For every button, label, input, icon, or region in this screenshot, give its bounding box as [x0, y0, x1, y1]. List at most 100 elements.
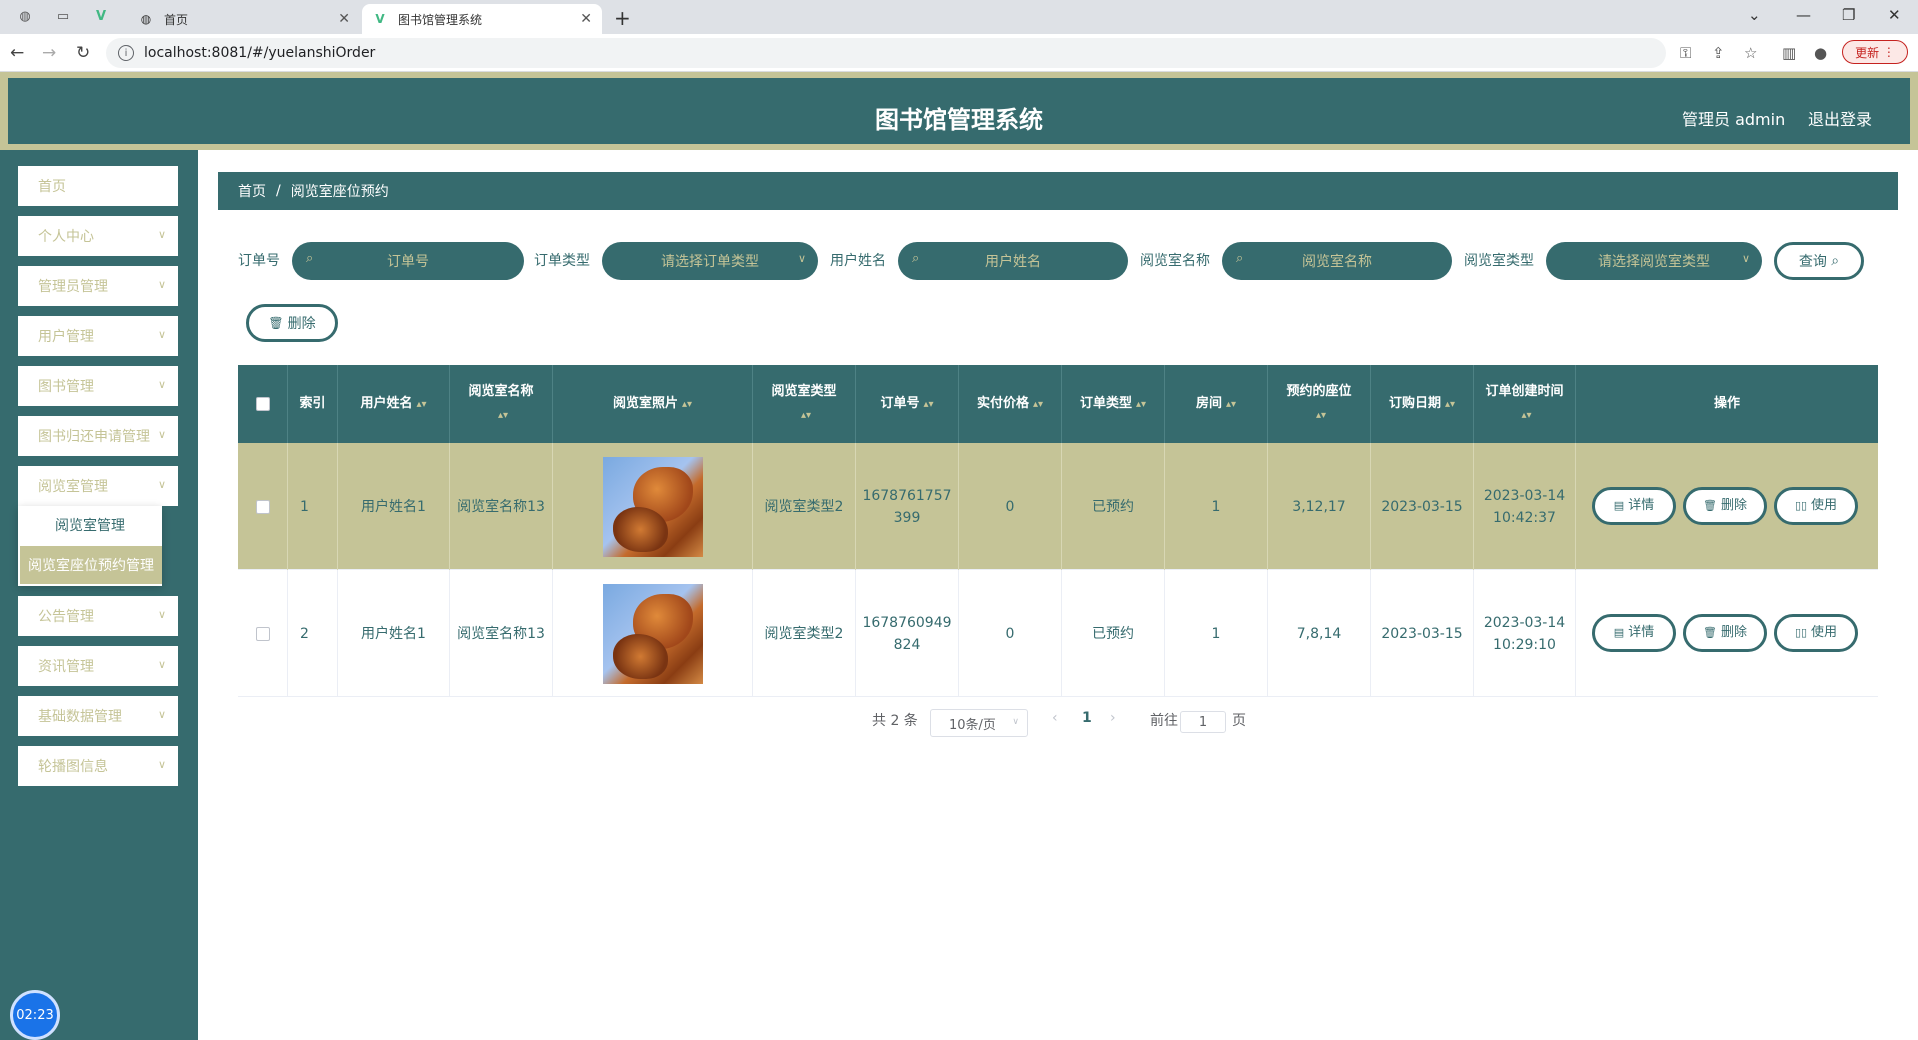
chevron-down-icon[interactable]: ⌄ [1748, 6, 1761, 24]
header-room-photo[interactable]: 阅览室照片 ▴▾ [553, 365, 753, 443]
room-photo-cell [553, 570, 753, 697]
blank-tab-icon[interactable]: ▭ [54, 7, 72, 25]
use-button[interactable]: ▯▯ 使用 [1774, 614, 1858, 652]
sidebar-item-base-data[interactable]: 基础数据管理 ∨ [18, 696, 178, 736]
header-room-name[interactable]: 阅览室名称 ▴▾ [450, 365, 553, 443]
back-icon[interactable]: ← [10, 43, 24, 63]
detail-button[interactable]: ▤ 详情 [1592, 614, 1676, 652]
query-button[interactable]: 查询 ⌕ [1774, 242, 1864, 280]
book-icon: ▯▯ [1794, 626, 1808, 639]
goto-page-input[interactable]: 1 [1180, 711, 1226, 733]
row-checkbox[interactable] [255, 626, 270, 641]
bulk-delete-button[interactable]: 🗑 删除 [246, 304, 338, 342]
sidebar-item-profile[interactable]: 个人中心 ∨ [18, 216, 178, 256]
sort-icon[interactable]: ▴▾ [801, 404, 811, 428]
row-checkbox[interactable] [255, 499, 270, 514]
app-title: 图书馆管理系统 [875, 106, 1043, 134]
sort-icon[interactable]: ▴▾ [923, 399, 933, 410]
select-all-checkbox[interactable] [255, 397, 270, 411]
header-order-type[interactable]: 订单类型 ▴▾ [1062, 365, 1165, 443]
room-type-select[interactable]: 请选择阅览室类型 ∨ [1546, 242, 1762, 280]
sort-icon[interactable]: ▴▾ [1136, 399, 1146, 410]
vue-icon[interactable]: V [92, 7, 110, 25]
header-seats[interactable]: 预约的座位 ▴▾ [1268, 365, 1371, 443]
next-page-icon[interactable]: › [1110, 710, 1116, 726]
room-photo[interactable] [602, 456, 703, 557]
search-icon: ⌕ [912, 251, 920, 266]
created-cell: 2023-03-14 10:29:10 [1474, 570, 1576, 697]
sidebar-item-books[interactable]: 图书管理 ∨ [18, 366, 178, 406]
delete-button[interactable]: 🗑 删除 [1683, 614, 1767, 652]
row-select-cell[interactable] [238, 570, 288, 697]
order-no-input[interactable]: ⌕ 订单号 [292, 242, 524, 280]
header-room-type[interactable]: 阅览室类型 ▴▾ [753, 365, 856, 443]
sort-icon[interactable]: ▴▾ [1521, 404, 1531, 428]
sidebar-item-news[interactable]: 资讯管理 ∨ [18, 646, 178, 686]
header-price[interactable]: 实付价格 ▴▾ [959, 365, 1062, 443]
room-name-input[interactable]: ⌕ 阅览室名称 [1222, 242, 1452, 280]
header-order-date[interactable]: 订购日期 ▴▾ [1371, 365, 1474, 443]
user-name-input[interactable]: ⌕ 用户姓名 [898, 242, 1128, 280]
trash-icon: 🗑 [268, 316, 284, 330]
sidebar-item-returns[interactable]: 图书归还申请管理 ∨ [18, 416, 178, 456]
delete-button[interactable]: 🗑 删除 [1683, 487, 1767, 525]
room-name-label: 阅览室名称 [1140, 253, 1210, 269]
header-select-all[interactable] [238, 365, 288, 443]
logout-link[interactable]: 退出登录 [1808, 106, 1872, 130]
table-row[interactable]: 2 用户姓名1 阅览室名称13 阅览室类型2 1678760949824 0 已… [238, 570, 1878, 697]
header-user-name[interactable]: 用户姓名 ▴▾ [338, 365, 450, 443]
share-icon[interactable]: ⇪ [1712, 44, 1725, 62]
page-number[interactable]: 1 [1082, 710, 1092, 726]
prev-page-icon[interactable]: ‹ [1052, 710, 1058, 726]
goto-prefix: 前往 [1150, 713, 1178, 729]
room-photo[interactable] [602, 583, 703, 684]
sort-icon[interactable]: ▴▾ [682, 399, 692, 410]
sort-icon[interactable]: ▴▾ [1226, 399, 1236, 410]
sidebar-item-users[interactable]: 用户管理 ∨ [18, 316, 178, 356]
close-icon[interactable]: ✕ [580, 11, 592, 27]
sort-icon[interactable]: ▴▾ [1445, 399, 1455, 410]
globe-icon[interactable]: ◍ [16, 7, 34, 25]
submenu-item-seat-booking[interactable]: 阅览室座位预约管理 [20, 546, 162, 584]
reload-icon[interactable]: ↻ [76, 43, 90, 63]
key-icon[interactable]: ⚿ [1680, 44, 1691, 62]
url-field[interactable]: i localhost:8081/#/yuelanshiOrder [106, 38, 1666, 68]
close-icon[interactable]: ✕ [338, 11, 350, 27]
sort-icon[interactable]: ▴▾ [416, 399, 426, 410]
header-order-no[interactable]: 订单号 ▴▾ [856, 365, 959, 443]
breadcrumb-home[interactable]: 首页 [238, 181, 266, 201]
tab-library[interactable]: V 图书馆管理系统 ✕ [362, 4, 602, 34]
use-button[interactable]: ▯▯ 使用 [1774, 487, 1858, 525]
sidepanel-icon[interactable]: ▥ [1782, 44, 1796, 62]
sidebar-item-notices[interactable]: 公告管理 ∨ [18, 596, 178, 636]
order-type-select[interactable]: 请选择订单类型 ∨ [602, 242, 818, 280]
table-row[interactable]: 1 用户姓名1 阅览室名称13 阅览室类型2 1678761757399 0 已… [238, 443, 1878, 570]
detail-button[interactable]: ▤ 详情 [1592, 487, 1676, 525]
sidebar-item-admins[interactable]: 管理员管理 ∨ [18, 266, 178, 306]
profile-icon[interactable]: ● [1814, 44, 1827, 62]
tab-home[interactable]: ◍ 首页 ✕ [128, 4, 360, 34]
star-icon[interactable]: ☆ [1744, 44, 1757, 62]
page-size-select[interactable]: 10条/页 ∨ [930, 709, 1028, 737]
header-room[interactable]: 房间 ▴▾ [1165, 365, 1268, 443]
sort-icon[interactable]: ▴▾ [498, 404, 508, 428]
sidebar-item-carousel[interactable]: 轮播图信息 ∨ [18, 746, 178, 786]
info-icon[interactable]: i [118, 45, 134, 61]
row-select-cell[interactable] [238, 443, 288, 570]
new-tab-icon[interactable]: + [614, 6, 631, 30]
chevron-down-icon: ∨ [157, 478, 166, 491]
update-button[interactable]: 更新 ⋮ [1842, 40, 1908, 64]
close-window-icon[interactable]: ✕ [1888, 6, 1901, 24]
minimize-icon[interactable]: — [1796, 6, 1811, 24]
created-cell: 2023-03-14 10:42:37 [1474, 443, 1576, 570]
clock-badge[interactable]: 02:23 [10, 990, 60, 1040]
sort-icon[interactable]: ▴▾ [1033, 399, 1043, 410]
restore-icon[interactable]: ❐ [1842, 6, 1855, 24]
header-created[interactable]: 订单创建时间 ▴▾ [1474, 365, 1576, 443]
room-type-label: 阅览室类型 [1464, 253, 1534, 269]
submenu-item-room-manage[interactable]: 阅览室管理 [18, 506, 162, 544]
sidebar-item-reading-rooms[interactable]: 阅览室管理 ∨ [18, 466, 178, 506]
forward-icon[interactable]: → [42, 43, 56, 63]
sort-icon[interactable]: ▴▾ [1316, 404, 1326, 428]
sidebar-item-home[interactable]: 首页 [18, 166, 178, 206]
